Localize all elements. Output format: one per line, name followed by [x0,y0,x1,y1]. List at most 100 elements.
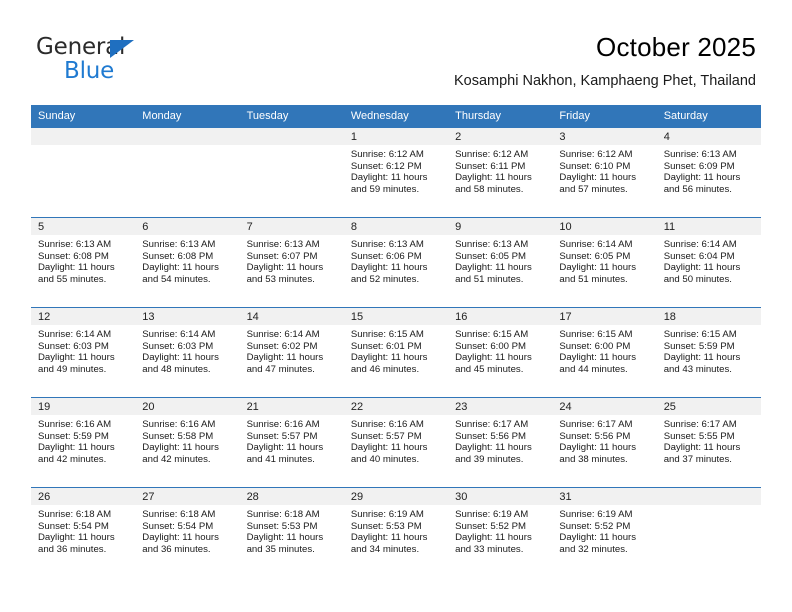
daylight-text-line2: and 32 minutes. [559,543,628,555]
calendar-day-cell[interactable]: 18 Sunrise: 6:15 AM Sunset: 5:59 PM Dayligh… [656,307,761,398]
day-number: 1 [343,128,449,145]
calendar-day-cell[interactable]: 3 Sunrise: 6:12 AM Sunset: 6:10 PM Daylight… [552,128,657,218]
calendar-day-cell[interactable]: 10 Sunrise: 6:14 AM Sunset: 6:05 PM Dayligh… [552,217,657,308]
daylight-text-line1: Daylight: 11 hours [455,352,532,364]
sunset-text: Sunset: 5:54 PM [142,520,214,532]
sunrise-text: Sunrise: 6:17 AM [663,419,737,430]
calendar-day-cell[interactable]: 17 Sunrise: 6:15 AM Sunset: 6:00 PM Dayligh… [552,307,657,398]
sunset-text: Sunset: 6:06 PM [350,250,422,262]
sunset-text: Sunset: 6:09 PM [663,160,735,172]
daylight-text-line2: and 44 minutes. [559,363,628,375]
sunrise-text: Sunrise: 6:13 AM [246,239,320,250]
day-details: Sunrise: 6:13 AM Sunset: 6:06 PM Daylight:… [344,235,448,285]
day-number: 24 [552,398,657,415]
sunset-text: Sunset: 6:11 PM [455,160,526,172]
calendar-day-cell[interactable]: 19 Sunrise: 6:16 AM Sunset: 5:59 PM Dayligh… [31,397,136,488]
day-details: Sunrise: 6:19 AM Sunset: 5:53 PM Daylight:… [344,505,448,555]
day-number [135,128,240,145]
sunrise-text: Sunrise: 6:17 AM [455,419,529,430]
day-details: Sunrise: 6:18 AM Sunset: 5:54 PM Daylight:… [31,505,135,555]
sunrise-text: Sunrise: 6:15 AM [350,329,424,340]
weekday-header-sunday: Sunday [31,105,136,128]
calendar-day-cell[interactable]: 6 Sunrise: 6:13 AM Sunset: 6:08 PM Daylight… [135,217,240,308]
daylight-text-line1: Daylight: 11 hours [663,442,741,454]
sunrise-text: Sunrise: 6:14 AM [559,239,633,250]
calendar-day-cell[interactable]: 23 Sunrise: 6:17 AM Sunset: 5:56 PM Dayligh… [448,397,553,488]
calendar-day-cell[interactable]: 9 Sunrise: 6:13 AM Sunset: 6:05 PM Daylight… [448,217,553,308]
daylight-text-line1: Daylight: 11 hours [142,262,219,274]
calendar-day-cell[interactable]: 11 Sunrise: 6:14 AM Sunset: 6:04 PM Dayligh… [656,217,761,308]
sunrise-text: Sunrise: 6:12 AM [455,149,529,160]
weekday-header-thursday: Thursday [448,105,553,128]
calendar-day-cell[interactable]: 5 Sunrise: 6:13 AM Sunset: 6:08 PM Daylight… [31,217,136,308]
calendar-day-cell[interactable]: 16 Sunrise: 6:15 AM Sunset: 6:00 PM Dayligh… [448,307,553,398]
calendar-day-cell[interactable]: 24 Sunrise: 6:17 AM Sunset: 5:56 PM Dayligh… [552,397,657,488]
day-details: Sunrise: 6:13 AM Sunset: 6:08 PM Daylight:… [31,235,135,285]
daylight-text-line1: Daylight: 11 hours [455,172,532,184]
page-header: General Blue October 2025 Kosamphi Nakho… [0,0,792,100]
sunset-text: Sunset: 5:56 PM [559,430,631,442]
calendar-day-cell[interactable]: 31 Sunrise: 6:19 AM Sunset: 5:52 PM Dayligh… [552,487,657,577]
title-block: October 2025 Kosamphi Nakhon, Kamphaeng … [454,32,756,90]
daylight-text-line2: and 54 minutes. [142,273,211,285]
calendar-day-cell[interactable]: 30 Sunrise: 6:19 AM Sunset: 5:52 PM Dayligh… [448,487,553,577]
calendar-day-cell[interactable]: 20 Sunrise: 6:16 AM Sunset: 5:58 PM Dayligh… [135,397,240,488]
weekday-header-tuesday: Tuesday [239,105,344,128]
daylight-text-line1: Daylight: 11 hours [663,352,741,364]
sunrise-text: Sunrise: 6:13 AM [142,239,216,250]
calendar-day-cell[interactable]: 29 Sunrise: 6:19 AM Sunset: 5:53 PM Dayligh… [343,487,449,577]
day-number: 29 [343,488,449,505]
sunset-text: Sunset: 6:08 PM [142,250,214,262]
calendar-day-cell[interactable]: 2 Sunrise: 6:12 AM Sunset: 6:11 PM Daylight… [448,128,553,218]
day-number: 4 [656,128,761,145]
calendar-day-cell[interactable]: 13 Sunrise: 6:14 AM Sunset: 6:03 PM Dayligh… [135,307,240,398]
calendar-week-row: 19 Sunrise: 6:16 AM Sunset: 5:59 PM Dayligh… [31,397,761,488]
daylight-text-line1: Daylight: 11 hours [350,172,428,184]
calendar-day-cell[interactable]: 26 Sunrise: 6:18 AM Sunset: 5:54 PM Dayligh… [31,487,136,577]
daylight-text-line2: and 40 minutes. [350,453,420,465]
calendar-day-cell[interactable]: 1 Sunrise: 6:12 AM Sunset: 6:12 PM Daylight… [343,128,449,218]
calendar-day-cell[interactable]: 15 Sunrise: 6:15 AM Sunset: 6:01 PM Dayligh… [343,307,449,398]
daylight-text-line1: Daylight: 11 hours [38,442,115,454]
calendar-day-cell[interactable]: 27 Sunrise: 6:18 AM Sunset: 5:54 PM Dayligh… [135,487,240,577]
sunset-text: Sunset: 5:57 PM [246,430,318,442]
day-details: Sunrise: 6:15 AM Sunset: 6:01 PM Daylight:… [344,325,448,375]
calendar-day-cell[interactable]: 14 Sunrise: 6:14 AM Sunset: 6:02 PM Dayligh… [239,307,344,398]
day-number: 19 [31,398,136,415]
sunrise-text: Sunrise: 6:18 AM [142,509,216,520]
daylight-text-line1: Daylight: 11 hours [350,352,428,364]
daylight-text-line1: Daylight: 11 hours [246,532,324,544]
day-number: 14 [239,308,344,325]
calendar-day-cell[interactable]: 4 Sunrise: 6:13 AM Sunset: 6:09 PM Daylight… [656,128,761,218]
daylight-text-line2: and 48 minutes. [142,363,211,375]
day-details: Sunrise: 6:17 AM Sunset: 5:56 PM Daylight:… [448,415,552,465]
day-details: Sunrise: 6:14 AM Sunset: 6:05 PM Daylight:… [552,235,656,285]
logo-triangle-icon [110,40,134,58]
day-number: 5 [31,218,136,235]
sunset-text: Sunset: 5:53 PM [350,520,422,532]
sunset-text: Sunset: 6:02 PM [246,340,318,352]
calendar-day-cell[interactable]: 8 Sunrise: 6:13 AM Sunset: 6:06 PM Daylight… [343,217,449,308]
daylight-text-line1: Daylight: 11 hours [246,442,324,454]
calendar-day-cell[interactable]: 28 Sunrise: 6:18 AM Sunset: 5:53 PM Dayligh… [239,487,344,577]
calendar-day-cell[interactable]: 12 Sunrise: 6:14 AM Sunset: 6:03 PM Dayligh… [31,307,136,398]
sunset-text: Sunset: 6:01 PM [350,340,422,352]
generalblue-logo[interactable]: General Blue [36,34,236,84]
daylight-text-line2: and 53 minutes. [246,273,315,285]
daylight-text-line2: and 45 minutes. [455,363,524,375]
calendar-cell-empty [239,128,344,218]
sunset-text: Sunset: 6:04 PM [663,250,735,262]
calendar-day-cell[interactable]: 7 Sunrise: 6:13 AM Sunset: 6:07 PM Daylight… [239,217,344,308]
sunset-text: Sunset: 5:55 PM [663,430,735,442]
daylight-text-line2: and 35 minutes. [246,543,315,555]
daylight-text-line2: and 50 minutes. [663,273,732,285]
calendar-day-cell[interactable]: 22 Sunrise: 6:16 AM Sunset: 5:57 PM Dayligh… [343,397,449,488]
calendar-day-cell[interactable]: 25 Sunrise: 6:17 AM Sunset: 5:55 PM Dayligh… [656,397,761,488]
day-number: 17 [552,308,657,325]
calendar-cell-empty [31,128,136,218]
day-number [239,128,344,145]
sunrise-text: Sunrise: 6:13 AM [455,239,529,250]
calendar-day-cell[interactable]: 21 Sunrise: 6:16 AM Sunset: 5:57 PM Dayligh… [239,397,344,488]
daylight-text-line2: and 38 minutes. [559,453,628,465]
daylight-text-line2: and 51 minutes. [455,273,524,285]
